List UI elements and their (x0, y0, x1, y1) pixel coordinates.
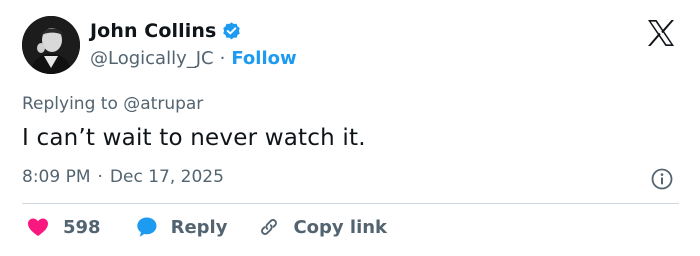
divider (22, 203, 679, 204)
tweet-actions: 598 Reply Copy link (26, 215, 387, 239)
copy-link-button[interactable]: Copy link (257, 215, 387, 239)
follow-button[interactable]: Follow (231, 48, 296, 69)
tweet-text: I can’t wait to never watch it. (22, 125, 366, 151)
separator-dot: · (219, 48, 226, 69)
replying-to-label: Replying to (22, 94, 118, 114)
speech-bubble-icon (135, 215, 159, 239)
info-icon[interactable] (650, 167, 674, 191)
reply-label: Reply (170, 216, 228, 238)
tweet-time: 8:09 PM (22, 167, 91, 187)
author-name[interactable]: John Collins (90, 20, 216, 42)
reply-button[interactable]: Reply (135, 215, 228, 239)
author-name-row: John Collins (90, 20, 242, 42)
author-handle[interactable]: @Logically_JC (90, 48, 214, 69)
avatar[interactable] (22, 16, 80, 74)
verified-badge-icon (221, 21, 242, 42)
copy-link-label: Copy link (293, 216, 388, 238)
replying-to-line: Replying to @atrupar (22, 94, 203, 114)
tweet-date: Dec 17, 2025 (109, 167, 224, 187)
separator-dot: · (97, 167, 103, 187)
replying-to-handle[interactable]: @atrupar (123, 94, 203, 114)
heart-icon (26, 215, 50, 239)
author-handle-row: @Logically_JC · Follow (90, 48, 297, 69)
like-count: 598 (63, 216, 101, 238)
tweet-timestamp[interactable]: 8:09 PM · Dec 17, 2025 (22, 167, 224, 187)
like-button[interactable]: 598 (26, 215, 101, 239)
link-icon (257, 215, 281, 239)
x-logo-icon[interactable] (645, 17, 677, 49)
